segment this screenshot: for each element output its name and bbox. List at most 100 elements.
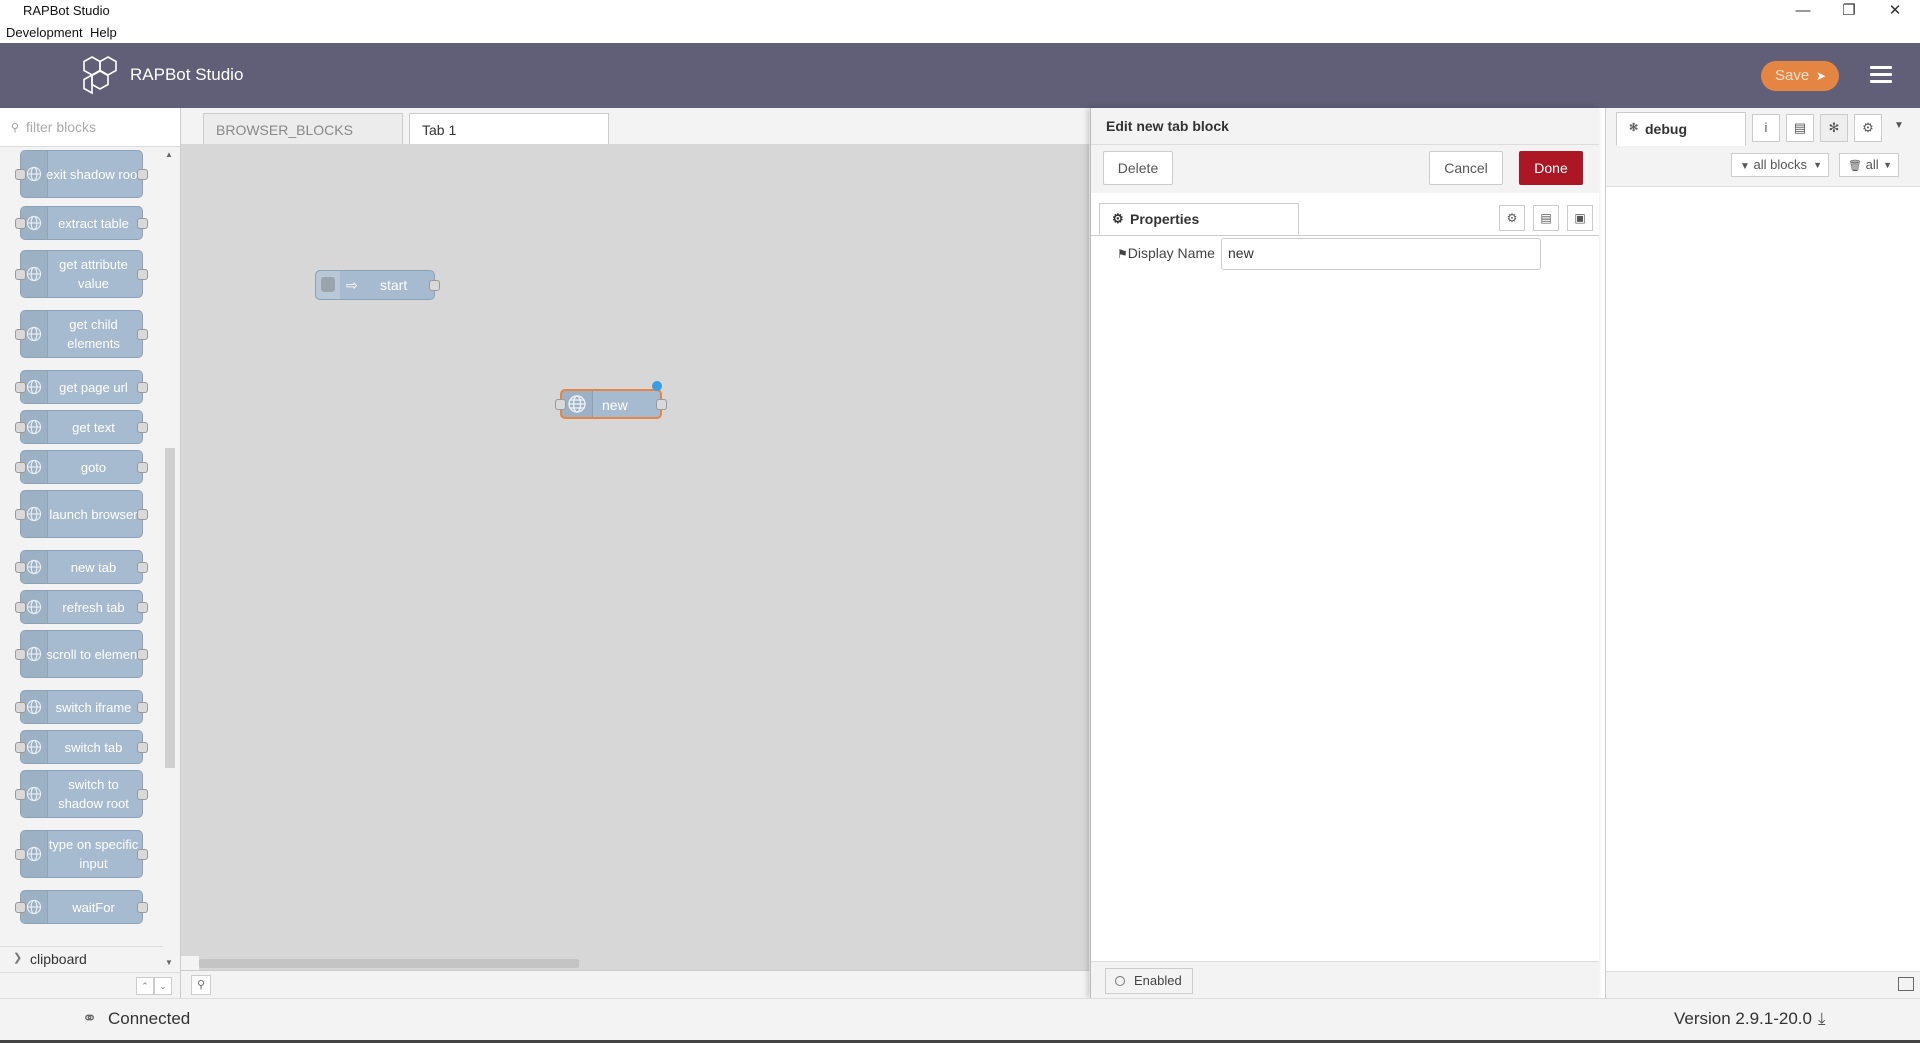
output-port — [137, 218, 148, 229]
done-button[interactable]: Done — [1519, 151, 1583, 185]
arrow-right-icon: ⇨ — [346, 277, 358, 293]
config-gear-icon[interactable]: ⚙ — [1854, 114, 1882, 142]
palette-block[interactable]: switch iframe — [15, 690, 148, 724]
canvas-hscroll-thumb[interactable] — [199, 959, 579, 968]
flow-canvas[interactable]: ⇨ start new — [181, 144, 1089, 956]
input-port — [15, 462, 26, 473]
palette-block[interactable]: new tab — [15, 550, 148, 584]
chevron-down-icon: ▼ — [1883, 160, 1892, 170]
input-port[interactable] — [555, 399, 566, 410]
book-icon[interactable]: ▤ — [1786, 114, 1814, 142]
output-port — [137, 849, 148, 860]
workspace: BROWSER_BLOCKS Tab 1 ⇨ start new ⚲ — [181, 108, 1089, 999]
close-icon[interactable]: ✕ — [1872, 0, 1918, 22]
palette-block[interactable]: refresh tab — [15, 590, 148, 624]
rocket-icon: ➤ — [1816, 69, 1827, 83]
globe-icon — [562, 391, 593, 417]
palette-block[interactable]: type on specific input — [15, 830, 148, 878]
block-label: new tab — [70, 559, 117, 575]
block-label: type on specific input — [48, 837, 139, 871]
plug-icon: ⚭ — [82, 1008, 98, 1028]
palette-block[interactable]: get child elements — [15, 310, 148, 358]
chevron-right-icon: ❯ — [13, 952, 23, 964]
palette-category-clipboard[interactable]: ❯ clipboard — [0, 946, 163, 971]
output-port — [137, 422, 148, 433]
palette-footer: ⌃ ⌄ — [0, 972, 180, 999]
block-label: switch tab — [64, 739, 123, 755]
expand-all-icon[interactable]: ⌄ — [154, 977, 172, 995]
edit-tray-header: Edit new tab block — [1091, 108, 1599, 145]
display-name-input[interactable]: new — [1221, 238, 1541, 270]
description-icon[interactable]: ▤ — [1533, 205, 1559, 231]
palette-block[interactable]: waitFor — [15, 890, 148, 924]
palette-scroll-thumb[interactable] — [165, 448, 175, 768]
input-port — [15, 422, 26, 433]
tab-browser-blocks[interactable]: BROWSER_BLOCKS — [203, 113, 403, 144]
collapse-all-icon[interactable]: ⌃ — [136, 977, 154, 995]
canvas-hscrollbar[interactable] — [199, 956, 1089, 970]
palette-block[interactable]: switch to shadow root — [15, 770, 148, 818]
menu-icon[interactable] — [1870, 66, 1892, 86]
output-port[interactable] — [656, 399, 667, 410]
output-port — [137, 509, 148, 520]
cancel-button[interactable]: Cancel — [1429, 151, 1503, 185]
search-icon[interactable]: ⚲ — [191, 975, 211, 995]
block-palette: ⚲ filter blocks exit shadow root extract … — [0, 108, 181, 999]
output-port — [137, 702, 148, 713]
filter-select[interactable]: ▼ all blocks ▼ — [1731, 153, 1829, 177]
save-button[interactable]: Save ➤ — [1761, 61, 1839, 91]
app-header: RAPBot Studio — [0, 43, 1920, 108]
palette-block[interactable]: launch browser — [15, 490, 148, 538]
input-port — [15, 902, 26, 913]
palette-block[interactable]: switch tab — [15, 730, 148, 764]
input-port — [15, 562, 26, 573]
menu-development[interactable]: Development — [6, 25, 83, 40]
chevron-down-icon[interactable]: ▼ — [1894, 120, 1904, 131]
tab-debug[interactable]: ✻ debug — [1616, 112, 1746, 146]
output-port[interactable] — [429, 280, 440, 291]
filter-blocks[interactable]: ⚲ filter blocks — [0, 108, 180, 147]
scroll-down-icon[interactable]: ▼ — [165, 958, 173, 967]
block-label: goto — [80, 459, 107, 475]
menu-help[interactable]: Help — [90, 25, 117, 40]
tag-icon: ⚑ — [1117, 247, 1128, 261]
tab-properties[interactable]: ⚙ Properties — [1099, 203, 1299, 235]
info-icon[interactable]: i — [1752, 114, 1780, 142]
block-label: extract table — [58, 215, 129, 231]
download-icon[interactable]: ⤓ — [1818, 1009, 1826, 1029]
input-port — [15, 649, 26, 660]
block-label: waitFor — [72, 899, 115, 915]
palette-block[interactable]: goto — [15, 450, 148, 484]
delete-button[interactable]: Delete — [1103, 151, 1173, 185]
enabled-toggle[interactable]: Enabled — [1105, 968, 1193, 994]
debug-bug-icon[interactable]: ✻ — [1820, 114, 1848, 142]
block-label: get attribute value — [59, 257, 128, 291]
input-port — [15, 269, 26, 280]
palette-block[interactable]: extract table — [15, 206, 148, 240]
inject-button[interactable] — [316, 271, 340, 299]
clear-select[interactable]: 🗑 all ▼ — [1839, 153, 1899, 177]
node-start[interactable]: ⇨ start — [315, 270, 440, 300]
node-new[interactable]: new — [555, 381, 667, 419]
monitor-icon[interactable] — [1898, 977, 1914, 991]
block-label: get child elements — [67, 317, 120, 351]
block-label: switch to shadow root — [58, 777, 129, 811]
block-label: get text — [72, 419, 115, 435]
palette-block[interactable]: exit shadow root — [15, 150, 148, 198]
trash-icon: 🗑 — [1848, 160, 1862, 172]
appearance-icon[interactable]: ▣ — [1567, 205, 1593, 231]
block-label: switch iframe — [55, 699, 132, 715]
palette-block[interactable]: get page url — [15, 370, 148, 404]
sidebar-footer — [1606, 971, 1920, 999]
tab-tab-1[interactable]: Tab 1 — [409, 113, 609, 144]
filter-input[interactable]: filter blocks — [26, 119, 96, 135]
restore-icon[interactable]: ❐ — [1826, 0, 1872, 22]
scroll-up-icon[interactable]: ▲ — [165, 150, 173, 159]
input-port — [15, 218, 26, 229]
palette-block[interactable]: scroll to element — [15, 630, 148, 678]
minimize-icon[interactable]: — — [1780, 0, 1826, 22]
palette-scrollbar[interactable]: ▲ ▼ — [163, 148, 175, 968]
palette-block[interactable]: get attribute value — [15, 250, 148, 298]
palette-block[interactable]: get text — [15, 410, 148, 444]
settings-gear-icon[interactable]: ⚙ — [1499, 205, 1525, 231]
